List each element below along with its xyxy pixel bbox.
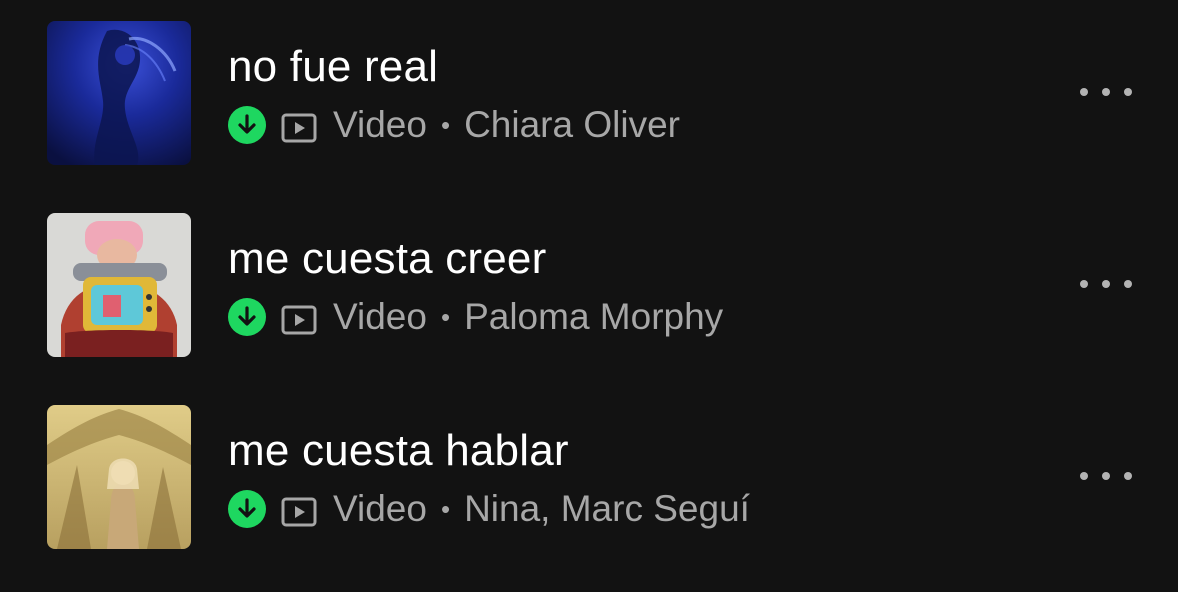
album-cover[interactable] bbox=[47, 213, 191, 357]
track-artist[interactable]: Chiara Oliver bbox=[464, 104, 680, 146]
download-arrow-icon bbox=[228, 106, 266, 144]
track-row[interactable]: me cuesta hablar Video • Nina, Marc Segu… bbox=[0, 397, 1178, 557]
track-type: Video bbox=[333, 296, 427, 337]
cover-art-circus-tent bbox=[47, 405, 191, 549]
separator: • bbox=[440, 109, 451, 140]
track-type: Video bbox=[333, 104, 427, 145]
cover-art-blue-singer bbox=[47, 21, 191, 165]
track-title[interactable]: no fue real bbox=[228, 41, 680, 93]
album-cover[interactable] bbox=[47, 405, 191, 549]
track-title[interactable]: me cuesta hablar bbox=[228, 425, 750, 477]
album-cover[interactable] bbox=[47, 21, 191, 165]
separator: • bbox=[440, 301, 451, 332]
more-options-icon bbox=[1080, 88, 1088, 96]
more-options-button[interactable] bbox=[1080, 461, 1132, 491]
track-list: no fue real Video • Chiara Oliver me cue… bbox=[0, 0, 1178, 592]
track-title[interactable]: me cuesta creer bbox=[228, 233, 723, 285]
video-icon bbox=[281, 110, 317, 143]
download-arrow-icon bbox=[228, 298, 266, 336]
video-icon bbox=[281, 494, 317, 527]
more-options-icon bbox=[1080, 280, 1088, 288]
download-arrow-icon bbox=[228, 490, 266, 528]
more-options-button[interactable] bbox=[1080, 77, 1132, 107]
track-row[interactable]: no fue real Video • Chiara Oliver bbox=[0, 13, 1178, 173]
separator: • bbox=[440, 493, 451, 524]
track-artist[interactable]: Paloma Morphy bbox=[464, 296, 723, 338]
track-row[interactable]: me cuesta creer Video • Paloma Morphy bbox=[0, 205, 1178, 365]
cover-art-tv-girl bbox=[47, 213, 191, 357]
track-artist[interactable]: Nina, Marc Seguí bbox=[464, 488, 750, 530]
video-icon bbox=[281, 302, 317, 335]
more-options-icon bbox=[1080, 472, 1088, 480]
more-options-button[interactable] bbox=[1080, 269, 1132, 299]
track-type: Video bbox=[333, 488, 427, 529]
